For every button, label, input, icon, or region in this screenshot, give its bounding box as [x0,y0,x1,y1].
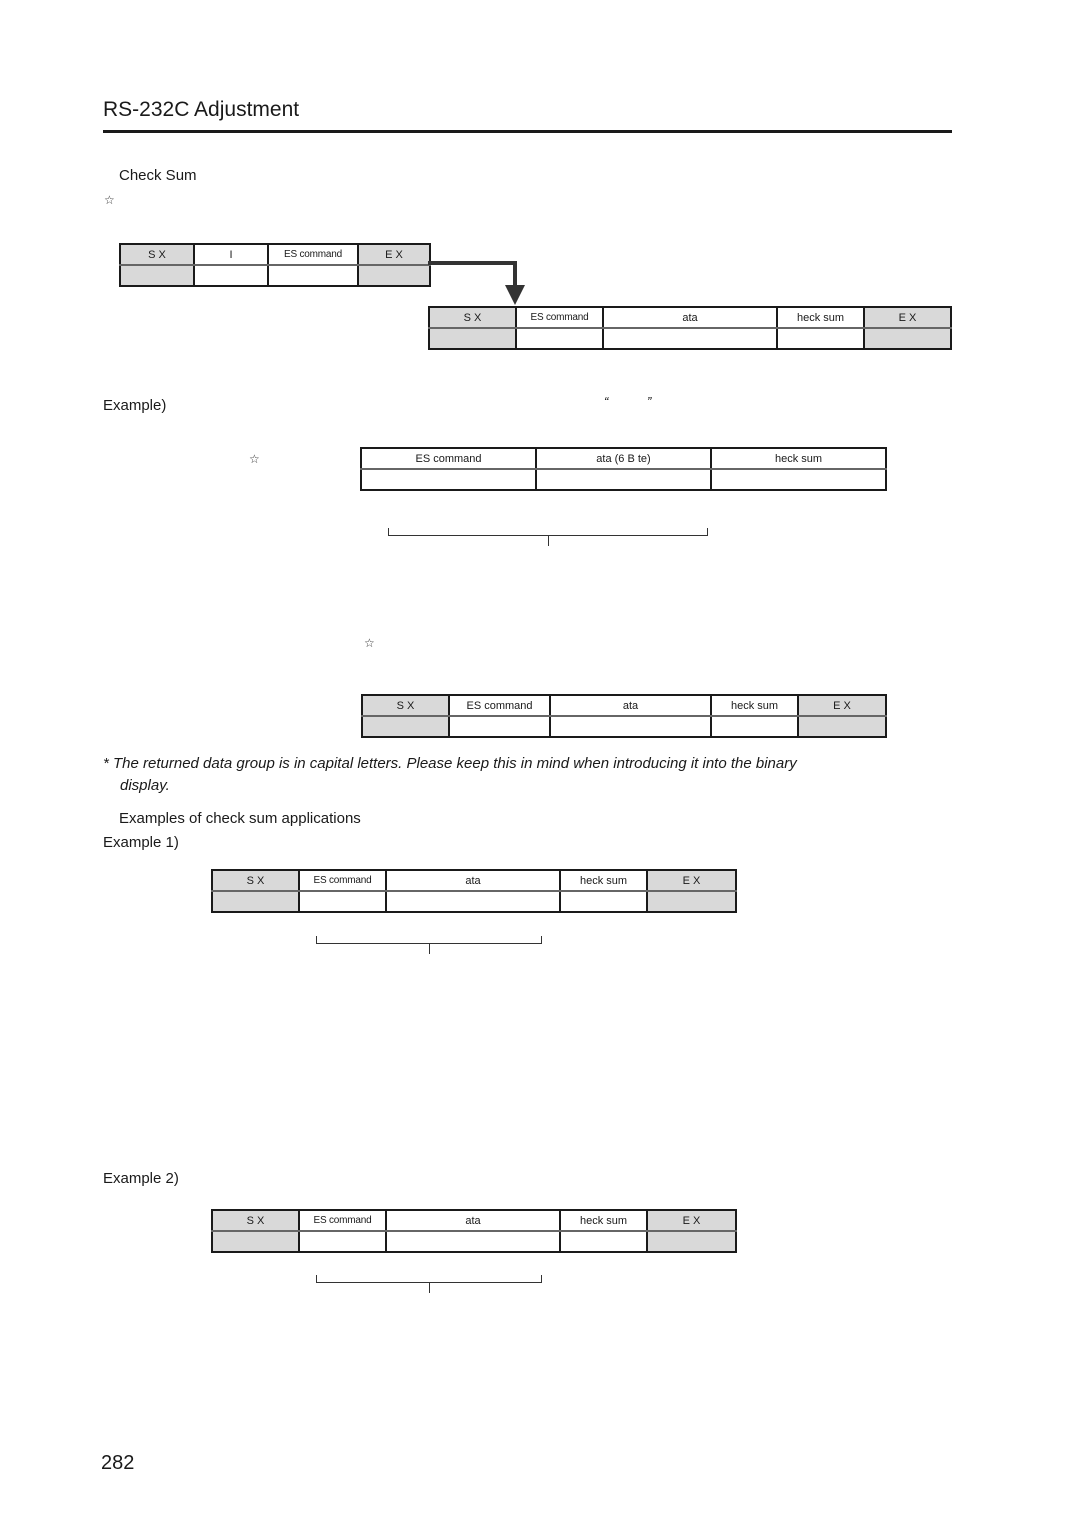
frame-cell-check-sum: heck sum [776,307,864,329]
frame-value-cell [212,891,299,912]
page-number: 282 [101,1452,135,1474]
page-title: RS-232C Adjustment [103,98,300,121]
frame-value-cell [448,716,550,737]
sum-bracket [316,936,542,954]
example-1-label: Example 1) [103,834,179,851]
frame-value-cell [429,328,516,349]
frame-cell-data: ata [385,1210,560,1232]
calc-frame-table: ES command ata (6 B te) heck sum [360,447,887,491]
star-icon: ☆ [249,452,260,466]
frame-value-cell [549,716,711,737]
frame-cell-data: ata [385,870,560,892]
frame-cell-id: I [193,244,268,266]
frame-cell-check-sum: heck sum [710,448,886,470]
sum-bracket [316,1275,542,1293]
frame-cell-stx: S X [120,244,194,266]
frame-value-cell [863,328,951,349]
frame-value-cell [710,469,886,490]
frame-value-cell [776,328,864,349]
frame-cell-command: ES command [298,870,386,892]
response-frame-table: S X ES command ata heck sum E X [428,306,952,350]
frame-value-cell [559,1231,647,1252]
frame-cell-stx: S X [212,1210,299,1232]
frame-value-cell [646,891,736,912]
frame-cell-stx: S X [362,695,449,717]
frame-cell-check-sum: heck sum [559,1210,647,1232]
example-label: Example) [103,397,167,414]
example-1-frame-table: S X ES command ata heck sum E X [211,869,737,913]
bracket-stem [429,943,430,954]
frame-value-cell [120,265,194,286]
frame-cell-data: ata (6 B te) [535,448,711,470]
star-icon: ☆ [364,636,375,650]
frame-cell-command: ES command [448,695,550,717]
frame-cell-check-sum: heck sum [559,870,647,892]
frame-value-cell [298,891,386,912]
capital-letters-note: * The returned data group is in capital … [103,753,893,797]
star-icon: ☆ [104,193,115,207]
frame-cell-command: ES command [298,1210,386,1232]
sum-bracket [388,528,708,546]
frame-value-cell [267,265,358,286]
note-line-2: display. [120,777,170,794]
frame-value-cell [535,469,711,490]
frame-value-cell [385,1231,560,1252]
frame-value-cell [602,328,777,349]
title-rule [103,130,952,133]
applications-heading: Examples of check sum applications [119,810,361,827]
frame-cell-stx: S X [212,870,299,892]
section-heading-check-sum: Check Sum [119,167,197,184]
frame-cell-etx: E X [863,307,951,329]
frame-value-cell [385,891,560,912]
frame-cell-etx: E X [357,244,430,266]
result-frame-table: S X ES command ata heck sum E X [361,694,887,738]
frame-value-cell [515,328,603,349]
bracket-stem [548,535,549,546]
frame-cell-data: ata [602,307,777,329]
note-line-1: * The returned data group is in capital … [103,755,797,772]
quote-close: ” [647,394,652,409]
frame-cell-etx: E X [646,1210,736,1232]
frame-value-cell [797,716,886,737]
frame-value-cell [298,1231,386,1252]
frame-value-cell [710,716,798,737]
frame-value-cell [646,1231,736,1252]
example-2-frame-table: S X ES command ata heck sum E X [211,1209,737,1253]
frame-cell-command: ES command [515,307,603,329]
frame-cell-stx: S X [429,307,516,329]
flow-arrow-icon [428,261,525,305]
frame-value-cell [362,716,449,737]
frame-cell-check-sum: heck sum [710,695,798,717]
frame-cell-data: ata [549,695,711,717]
frame-cell-command: ES command [267,244,358,266]
frame-cell-etx: E X [646,870,736,892]
frame-value-cell [361,469,536,490]
request-frame-table: S X I ES command E X [119,243,431,287]
frame-cell-command: ES command [361,448,536,470]
frame-value-cell [212,1231,299,1252]
frame-value-cell [193,265,268,286]
example-2-label: Example 2) [103,1170,179,1187]
quote-open: “ [604,394,609,409]
frame-cell-etx: E X [797,695,886,717]
frame-value-cell [357,265,430,286]
bracket-stem [429,1282,430,1293]
frame-value-cell [559,891,647,912]
